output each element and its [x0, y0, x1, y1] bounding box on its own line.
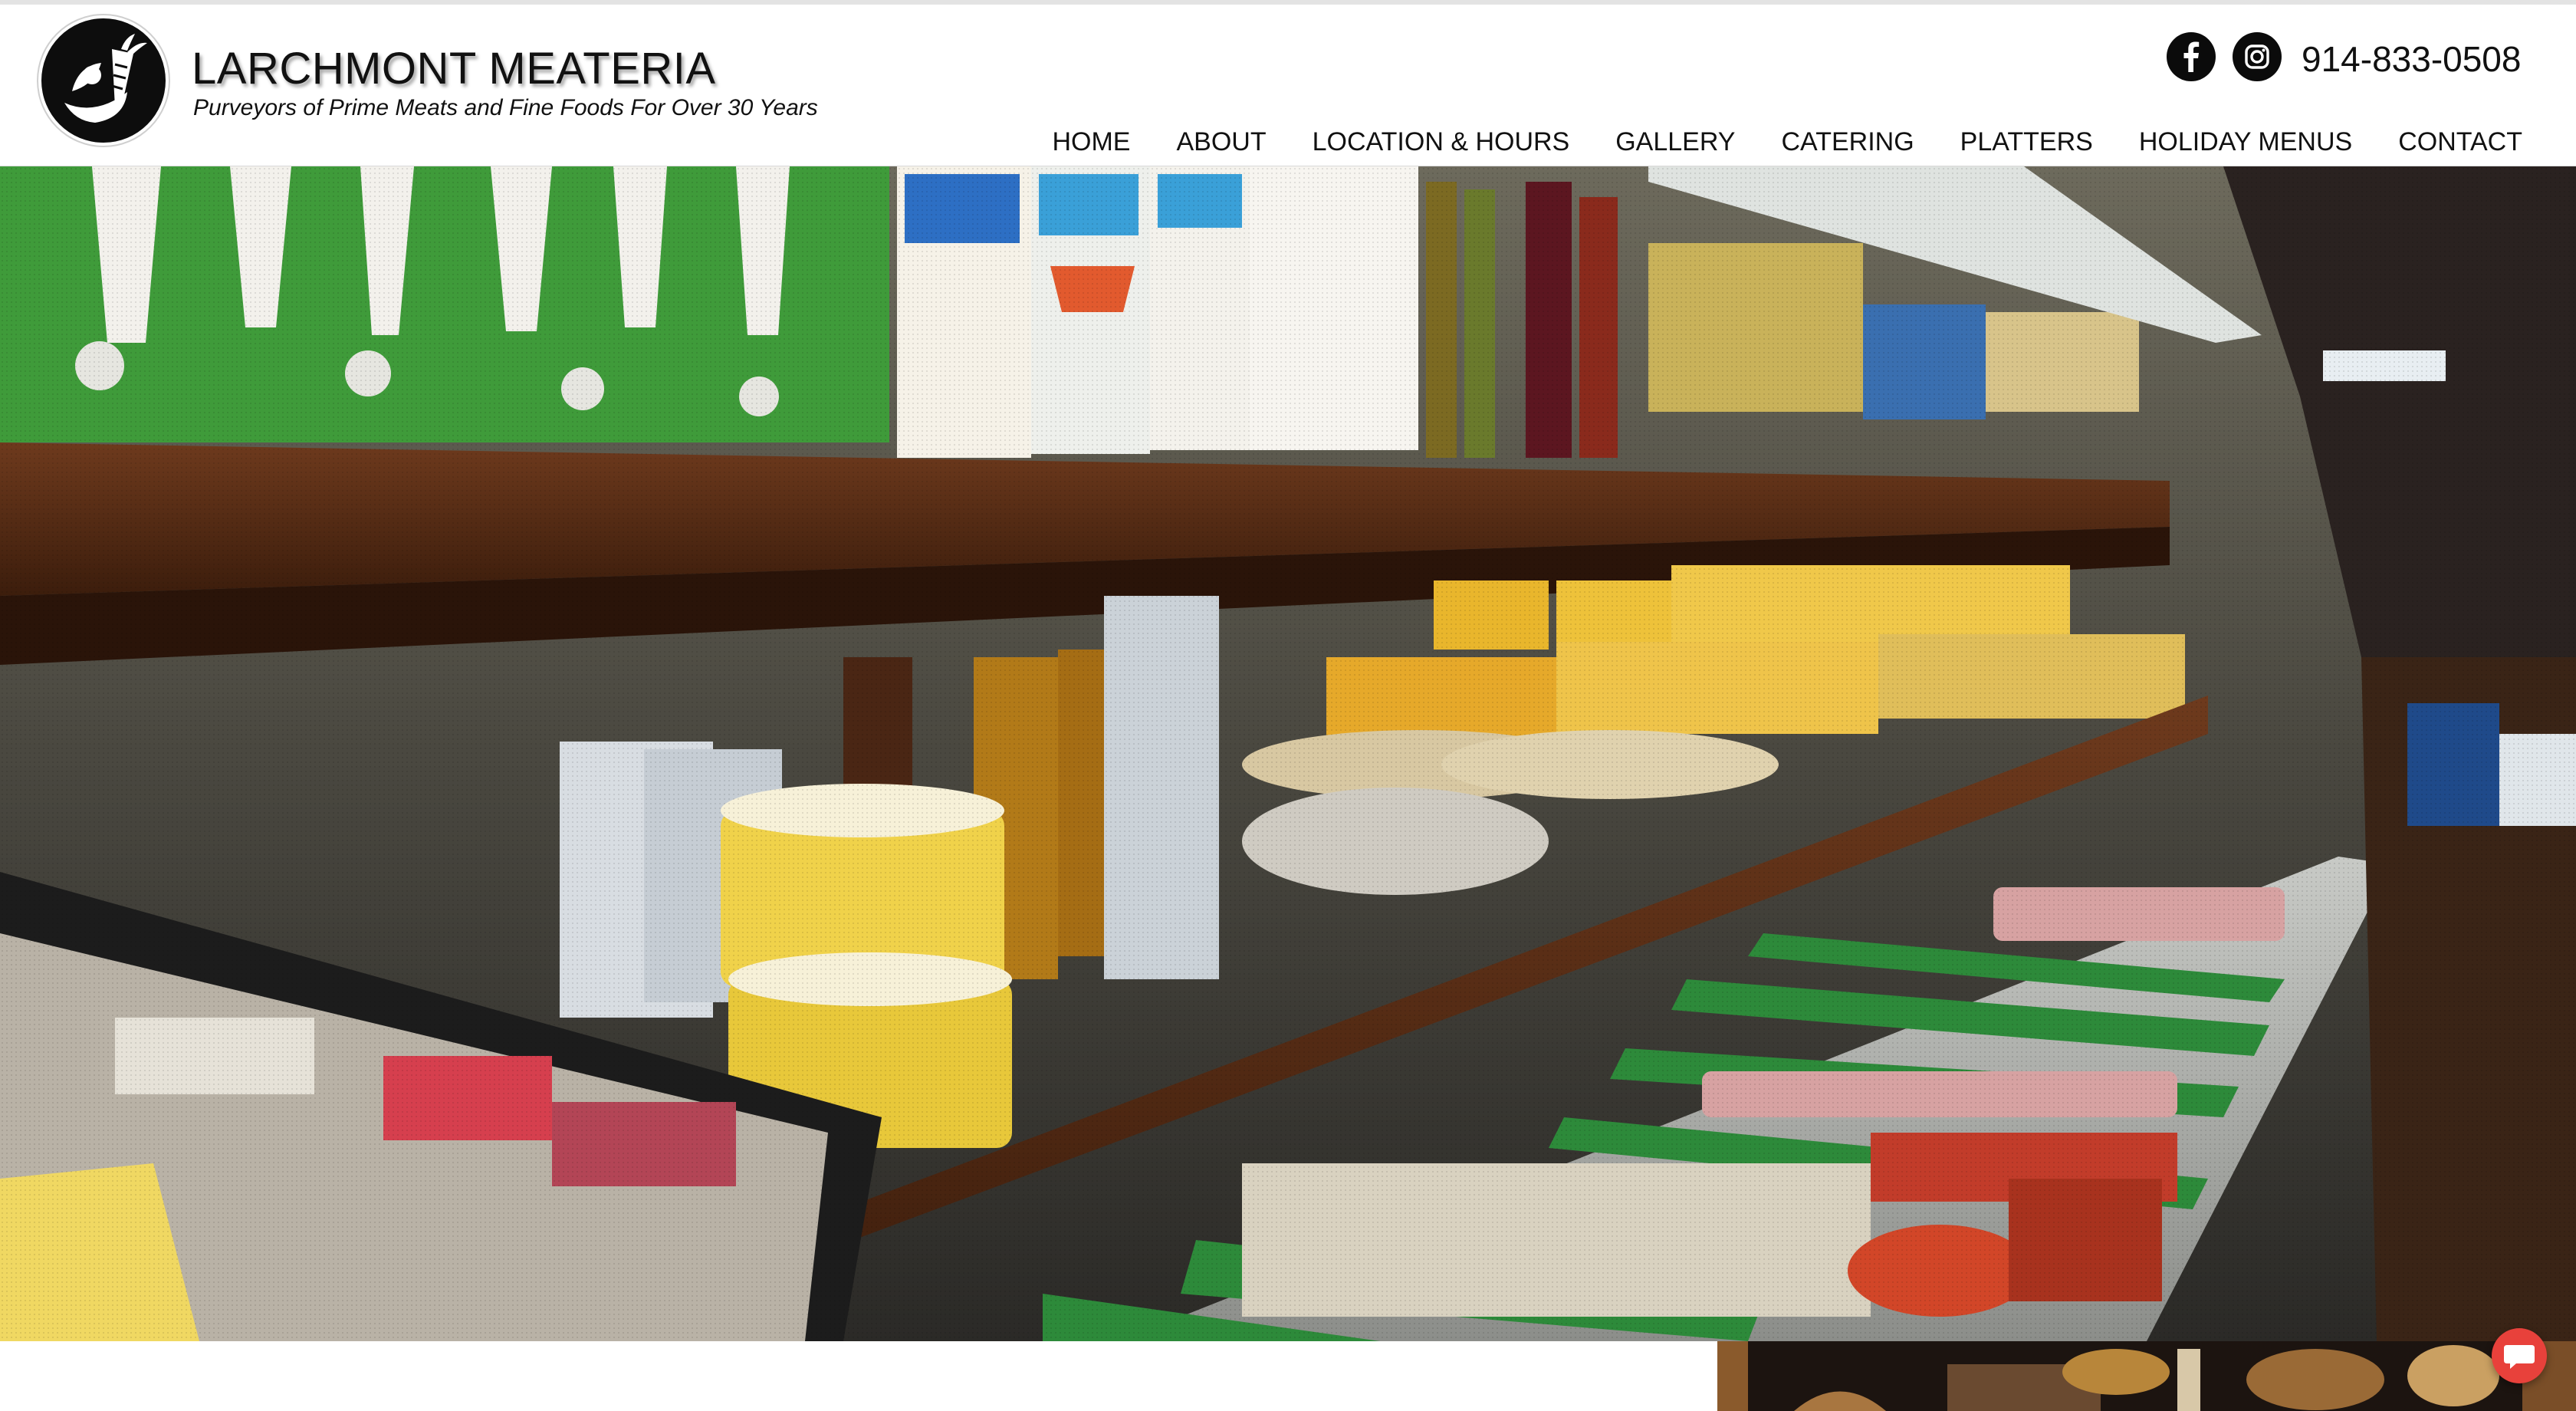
main-nav: HOME ABOUT LOCATION & HOURS GALLERY CATE… [1052, 127, 2522, 157]
nav-item-home[interactable]: HOME [1052, 127, 1130, 157]
site-header: LARCHMONT MEATERIA Purveyors of Prime Me… [0, 5, 2576, 167]
vegetables-logo-icon[interactable] [41, 18, 166, 143]
hero-video [0, 166, 2576, 1341]
nav-item-holiday-menus[interactable]: HOLIDAY MENUS [2139, 127, 2352, 157]
nav-item-catering[interactable]: CATERING [1781, 127, 1914, 157]
nav-item-gallery[interactable]: GALLERY [1615, 127, 1735, 157]
nav-item-platters[interactable]: PLATTERS [1960, 127, 2093, 157]
nav-item-contact[interactable]: CONTACT [2398, 127, 2522, 157]
nav-item-about[interactable]: ABOUT [1176, 127, 1266, 157]
brand-name[interactable]: LARCHMONT MEATERIA [192, 43, 716, 94]
facebook-icon[interactable] [2167, 32, 2216, 81]
brand-tagline: Purveyors of Prime Meats and Fine Foods … [193, 95, 818, 120]
nav-item-location-hours[interactable]: LOCATION & HOURS [1313, 127, 1570, 157]
phone-number[interactable]: 914-833-0508 [2302, 38, 2521, 80]
gallery-strip-image [1717, 1341, 2576, 1411]
instagram-icon[interactable] [2233, 32, 2282, 81]
chat-icon[interactable] [2492, 1328, 2547, 1383]
